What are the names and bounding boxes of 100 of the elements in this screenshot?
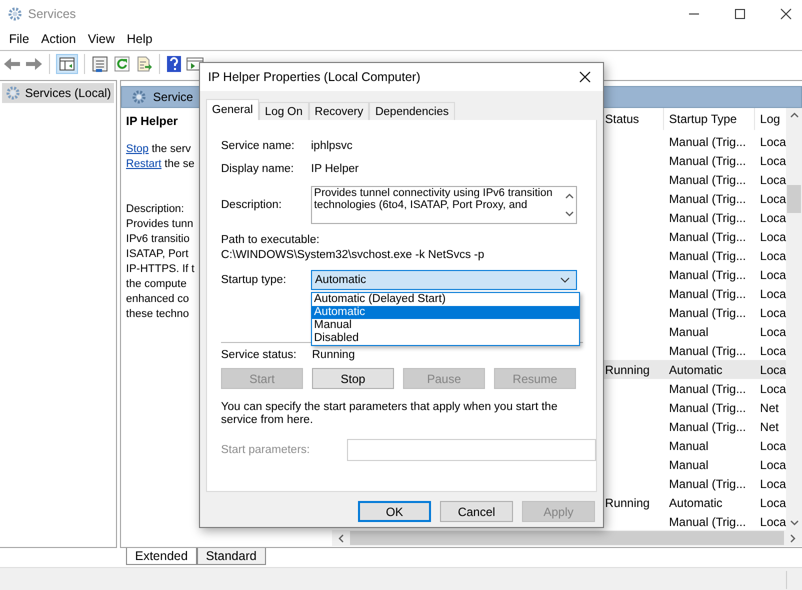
table-cell: Loca	[760, 172, 786, 186]
window-title: Services	[28, 7, 76, 21]
action-link[interactable]: Restart	[126, 158, 162, 170]
column-header[interactable]: Startup Type	[664, 108, 756, 130]
table-cell: Loca	[760, 324, 786, 338]
table-cell: Loca	[760, 514, 786, 528]
help-icon[interactable]	[166, 55, 182, 73]
menu-item[interactable]: View	[82, 30, 121, 48]
close-icon[interactable]	[780, 8, 792, 20]
close-icon[interactable]	[579, 71, 591, 83]
table-cell: Manual	[669, 324, 708, 338]
scrollbar-thumb[interactable]	[787, 185, 802, 213]
chevron-down-icon	[560, 277, 570, 283]
table-cell: Loca	[760, 496, 786, 510]
gear-icon	[131, 89, 148, 105]
field-label: Startup type:	[221, 274, 288, 286]
gear-icon	[7, 6, 23, 22]
export-list-icon[interactable]	[135, 55, 153, 73]
menu-item[interactable]: Help	[120, 30, 158, 48]
description-text: IP-HTTPS. If t	[126, 262, 194, 277]
dialog-title: IP Helper Properties (Local Computer)	[208, 70, 420, 84]
description-text: enhanced co	[126, 292, 190, 307]
table-cell: Loca	[760, 476, 786, 490]
tree-item[interactable]: Services (Local)	[2, 83, 114, 103]
column-header[interactable]: Log	[755, 108, 786, 130]
table-cell: Loca	[760, 230, 786, 244]
back-arrow-icon[interactable]	[3, 56, 21, 72]
table-cell: Manual (Trig...	[669, 192, 746, 206]
table-cell: Manual (Trig...	[669, 210, 746, 224]
dialog-tab[interactable]: Dependencies	[369, 102, 455, 120]
description-text: Provides tunn	[126, 217, 194, 232]
table-cell: Manual (Trig...	[669, 172, 746, 186]
table-cell: Automatic	[669, 496, 722, 510]
table-cell: Manual (Trig...	[669, 382, 746, 396]
scroll-up-icon[interactable]	[790, 112, 799, 118]
field-value: iphlpsvc	[311, 140, 353, 152]
dialog-button[interactable]: OK	[358, 501, 431, 522]
table-cell: Manual (Trig...	[669, 400, 746, 414]
scrollbar-thumb[interactable]	[350, 531, 784, 545]
table-cell: Loca	[760, 192, 786, 206]
description-text: IPv6 transitio	[126, 232, 190, 247]
dropdown-option[interactable]: Automatic	[312, 306, 579, 319]
table-cell: Manual (Trig...	[669, 230, 746, 244]
table-cell: Manual (Trig...	[669, 420, 746, 434]
table-cell: Loca	[760, 286, 786, 300]
dialog-tab[interactable]: General	[206, 99, 259, 120]
description-text: Description:	[126, 202, 184, 217]
field-value: IP Helper	[311, 162, 359, 174]
table-cell: Loca	[760, 438, 786, 452]
dropdown-option[interactable]: Disabled	[312, 332, 579, 345]
hint-text: You can specify the start parameters that apply when you start the service from here.	[221, 401, 558, 427]
maximize-icon[interactable]	[734, 8, 746, 20]
description-text: the compute	[126, 277, 187, 292]
dialog-tab[interactable]: Log On	[258, 102, 309, 120]
horizontal-scrollbar[interactable]	[332, 530, 802, 546]
scroll-right-icon[interactable]	[790, 534, 796, 542]
field-label: Description:	[221, 199, 283, 211]
table-cell: Net	[760, 420, 779, 434]
action-text: the se	[164, 158, 195, 170]
forward-arrow-icon[interactable]	[25, 56, 43, 72]
table-cell: Loca	[760, 154, 786, 168]
path-text: C:\WINDOWS\System32\svchost.exe -k NetSvcs -p	[221, 249, 486, 261]
description-text: ISATAP, Port	[126, 247, 188, 262]
field-label: Display name:	[221, 162, 295, 174]
dropdown-option[interactable]: Automatic (Delayed Start)	[312, 293, 579, 306]
console-tree-icon[interactable]	[56, 54, 78, 74]
dialog-button[interactable]: Cancel	[440, 501, 513, 522]
dropdown-option[interactable]: Manual	[312, 319, 579, 332]
scroll-left-icon[interactable]	[338, 534, 344, 542]
vertical-scrollbar[interactable]	[786, 108, 802, 530]
service-control-button[interactable]: Stop	[312, 368, 394, 389]
properties-icon[interactable]	[91, 55, 109, 73]
refresh-icon[interactable]	[113, 55, 131, 73]
menu-item[interactable]: Action	[35, 30, 82, 48]
table-cell: Manual (Trig...	[669, 306, 746, 320]
startup-type-dropdown[interactable]: Automatic	[311, 270, 577, 290]
action-text: the serv	[150, 143, 191, 155]
description-field[interactable]: Provides tunnel connectivity using IPv6 transition technologies (6to4, ISATAP, Port Proxy, and	[311, 186, 577, 224]
table-cell: Manual (Trig...	[669, 344, 746, 358]
view-tab[interactable]: Extended	[126, 548, 197, 565]
table-cell: Manual (Trig...	[669, 514, 746, 528]
table-cell: Running	[605, 362, 650, 376]
table-cell: Manual (Trig...	[669, 134, 746, 148]
table-cell: Manual (Trig...	[669, 476, 746, 490]
scroll-down-icon[interactable]	[790, 520, 799, 526]
gear-icon	[5, 85, 21, 101]
scroll-up-icon[interactable]	[564, 193, 574, 199]
table-cell: Loca	[760, 344, 786, 358]
table-cell: Loca	[760, 362, 786, 376]
action-link[interactable]: Stop	[126, 143, 149, 155]
table-cell: Loca	[760, 458, 786, 472]
dialog-tab[interactable]: Recovery	[308, 102, 370, 120]
field-label: Start parameters:	[221, 444, 311, 456]
view-tab[interactable]: Standard	[196, 548, 266, 565]
table-cell: Manual (Trig...	[669, 268, 746, 282]
table-cell: Loca	[760, 268, 786, 282]
table-cell: Net	[760, 400, 779, 414]
menu-item[interactable]: File	[3, 30, 36, 48]
field-label: Service status:	[221, 348, 298, 360]
scroll-down-icon[interactable]	[564, 211, 574, 217]
